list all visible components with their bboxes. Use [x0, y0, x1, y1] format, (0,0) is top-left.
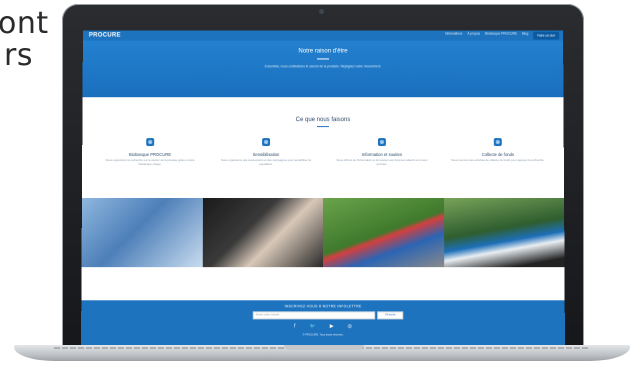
facebook-icon[interactable]: f — [294, 323, 295, 329]
hero-title: Notre raison d'être — [298, 48, 348, 55]
feature-description: Nous menons des activités de collecte de… — [451, 158, 545, 163]
laptop-screen: PROCURE Informations À propos Biobanque … — [81, 30, 565, 347]
background-text-line-1: ont — [0, 6, 49, 41]
nav-item-informations[interactable]: Informations — [445, 32, 463, 40]
hero-banner: Notre raison d'être Ensemble, nous comba… — [82, 40, 564, 98]
nav-item-biobanque[interactable]: Biobanque PROCURE — [485, 32, 517, 40]
feature-description: Nous organisons des événements et des ca… — [221, 158, 311, 166]
photo-lab — [81, 198, 203, 268]
feature-title: Information et soutien — [361, 152, 403, 158]
youtube-icon[interactable]: ▶ — [330, 323, 334, 329]
section-divider — [317, 126, 329, 128]
feature-title: Biobanque PROCURE — [129, 152, 172, 158]
newsletter-email-input[interactable]: Entrez votre courriel — [252, 311, 376, 320]
feature-biobanque[interactable]: Biobanque PROCURE Nous supportons la rec… — [100, 138, 200, 166]
feature-information[interactable]: Information et soutien Nous offrons de l… — [332, 138, 432, 166]
nav-item-a-propos[interactable]: À propos — [467, 32, 480, 40]
feature-title: Collecte de fonds — [481, 152, 515, 158]
feature-description: Nous supportons la recherche sur le canc… — [105, 158, 195, 166]
site-logo[interactable]: PROCURE — [89, 33, 121, 39]
camera-icon — [319, 9, 324, 14]
nav-item-blog[interactable]: Blog — [522, 32, 528, 40]
feature-description: Nous offrons de l'information et du sout… — [336, 158, 428, 166]
donate-button[interactable]: Faire un don — [533, 31, 560, 40]
site-footer: INSCRIVEZ-VOUS À NOTRE INFOLETTRE Entrez… — [81, 300, 565, 347]
trackpad-notch — [284, 345, 364, 350]
feature-title: Sensibilisation — [252, 152, 280, 158]
feature-sensibilisation[interactable]: Sensibilisation Nous organisons des évén… — [216, 138, 316, 166]
support-icon — [377, 138, 386, 147]
photo-cyclists — [443, 198, 565, 268]
ribbon-icon — [262, 138, 271, 147]
social-links: f 🐦 ▶ ◎ — [81, 323, 565, 329]
twitter-icon[interactable]: 🐦 — [309, 323, 315, 329]
newsletter-label: INSCRIVEZ-VOUS À NOTRE INFOLETTRE — [284, 304, 362, 309]
newsletter-submit-button[interactable]: S'inscrire — [377, 311, 404, 320]
laptop-lid: PROCURE Informations À propos Biobanque … — [62, 4, 584, 350]
features-row: Biobanque PROCURE Nous supportons la rec… — [100, 138, 548, 166]
photo-strip — [81, 198, 565, 268]
microscope-icon — [146, 138, 155, 147]
newsletter-form: Entrez votre courriel S'inscrire — [252, 311, 404, 320]
nav-menu: Informations À propos Biobanque PROCURE … — [445, 31, 560, 40]
hero-subtitle: Ensemble, nous combattons le cancer de l… — [264, 64, 382, 69]
laptop-base — [14, 345, 630, 361]
background-text-line-2: rs — [4, 38, 33, 73]
fundraising-icon — [493, 138, 502, 147]
section-title: Ce que nous faisons — [295, 117, 351, 124]
photo-couple — [202, 198, 323, 268]
feature-collecte[interactable]: Collecte de fonds Nous menons des activi… — [448, 138, 548, 166]
photo-walk — [323, 198, 444, 268]
site-navbar: PROCURE Informations À propos Biobanque … — [82, 30, 564, 41]
hero-divider — [317, 58, 329, 60]
copyright-text: © PROCURE. Tous droits réservés. — [302, 333, 344, 337]
instagram-icon[interactable]: ◎ — [348, 323, 352, 329]
